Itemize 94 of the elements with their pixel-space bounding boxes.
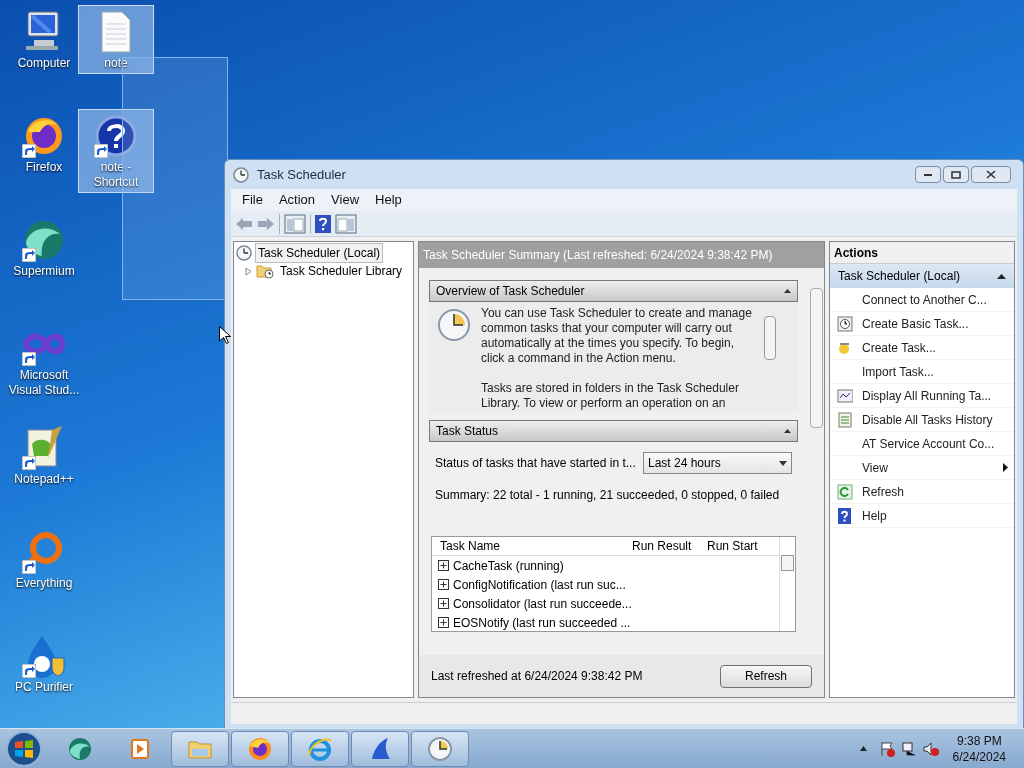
- maximize-icon: [951, 170, 961, 179]
- close-button[interactable]: [971, 166, 1011, 183]
- time-range-dropdown[interactable]: Last 24 hours: [643, 452, 792, 474]
- refresh-icon: [837, 483, 853, 500]
- show-hidden-icons-icon: [859, 746, 867, 751]
- last-refreshed-text: Last refreshed at 6/24/2024 9:38:42 PM: [431, 668, 643, 685]
- actions-group-header[interactable]: Task Scheduler (Local): [830, 264, 1014, 288]
- desktop-icon[interactable]: Everything: [6, 525, 82, 594]
- desktop-icon[interactable]: note: [78, 5, 154, 74]
- actions-pane-command[interactable]: Disable All Tasks History: [830, 408, 1014, 432]
- taskbar-button[interactable]: [291, 730, 349, 767]
- help-icon: [837, 507, 853, 524]
- mouse-pointer-icon: [219, 326, 231, 344]
- filter-label: Status of tasks that have started in t...: [435, 455, 635, 472]
- collapse-arrow-icon: [784, 429, 791, 433]
- menu-item[interactable]: File: [235, 190, 270, 210]
- clock-date: 6/24/2024: [952, 748, 1006, 765]
- expand-plus-icon: [438, 579, 449, 590]
- shortcut-arrow-icon: [94, 144, 108, 158]
- shortcut-arrow-icon: [22, 664, 36, 678]
- actions-title: Actions: [830, 242, 1014, 264]
- column-header[interactable]: Task Name: [432, 537, 632, 555]
- collapse-arrow-icon: [997, 273, 1006, 279]
- network-icon: [900, 740, 917, 757]
- clock-icon: [426, 734, 454, 763]
- console-tree-icon[interactable]: [284, 213, 306, 234]
- shortcut-arrow-icon: [22, 144, 36, 158]
- help-icon[interactable]: [315, 214, 331, 233]
- section-header[interactable]: Task Status: [429, 420, 798, 442]
- task-name[interactable]: EOSNotify (last run succeeded ...: [453, 613, 631, 631]
- column-header[interactable]: Run Start: [707, 537, 767, 555]
- shortcut-arrow-icon: [22, 560, 36, 574]
- summary-header: Task Scheduler Summary (Last refreshed: 6/24/2024 9:38:42 PM): [419, 242, 824, 268]
- taskbar-button[interactable]: [231, 730, 289, 767]
- actions-pane-command[interactable]: View: [830, 456, 1014, 480]
- desktop-icon[interactable]: Microsoft Visual Stud...: [6, 317, 82, 401]
- expand-plus-icon: [438, 598, 449, 609]
- actions-pane-command[interactable]: Create Task...: [830, 336, 1014, 360]
- scrollbar[interactable]: [781, 555, 794, 571]
- maximize-button[interactable]: [943, 166, 969, 183]
- task-name[interactable]: Consolidator (last run succeede...: [453, 594, 632, 613]
- menu-item[interactable]: Help: [368, 190, 409, 210]
- taskbar-button[interactable]: [171, 730, 229, 767]
- actions-pane-command[interactable]: Import Task...: [830, 360, 1014, 384]
- folder-clock-icon: [256, 263, 274, 279]
- forward-arrow-icon[interactable]: [257, 216, 275, 231]
- minimize-icon: [924, 173, 932, 176]
- actions-pane-command[interactable]: Refresh: [830, 480, 1014, 504]
- actions-pane-command[interactable]: Create Basic Task...: [830, 312, 1014, 336]
- calendar-clock-icon: [837, 315, 853, 332]
- shortcut-arrow-icon: [22, 352, 36, 366]
- scrollbar[interactable]: [809, 288, 823, 428]
- overview-paragraph: You can use Task Scheduler to create and manage common tasks that your computer will carry out automatically at the times you specify. To begin, click a command in the Action menu.: [481, 306, 753, 366]
- task-name[interactable]: ConfigNotification (last run suc...: [453, 575, 626, 594]
- close-icon: [986, 170, 996, 179]
- menu-item[interactable]: View: [324, 190, 367, 210]
- actions-pane-command[interactable]: Help: [830, 504, 1014, 528]
- actions-pane-command[interactable]: AT Service Account Co...: [830, 432, 1014, 456]
- action-center-flag-icon: [878, 740, 895, 757]
- menu-item[interactable]: Action: [271, 190, 323, 210]
- desktop-app-icon: [22, 218, 66, 262]
- window-title: Task Scheduler: [257, 165, 346, 184]
- dropdown-arrow-icon: [779, 460, 787, 466]
- clock-icon: [233, 166, 249, 183]
- back-arrow-icon[interactable]: [235, 216, 253, 231]
- actions-pane-command[interactable]: Connect to Another C...: [830, 288, 1014, 312]
- start-button-icon: [4, 729, 44, 768]
- tree-item[interactable]: Task Scheduler (Local): [255, 243, 384, 263]
- section-header[interactable]: Overview of Task Scheduler: [429, 280, 798, 302]
- clock-icon: [236, 245, 252, 261]
- desktop-icon[interactable]: Supermium: [6, 213, 82, 282]
- taskbar-button[interactable]: [351, 730, 409, 767]
- status-summary: Summary: 22 total - 1 running, 21 succeeded, 0 stopped, 0 failed: [434, 487, 781, 504]
- clock-time: 9:38 PM: [956, 732, 1002, 749]
- taskbar-button[interactable]: [411, 730, 469, 767]
- actions-pane-command[interactable]: Display All Running Ta...: [830, 384, 1014, 408]
- refresh-button[interactable]: Refresh: [720, 664, 812, 688]
- submenu-arrow-icon: [1003, 463, 1008, 472]
- shortcut-arrow-icon: [22, 248, 36, 262]
- expand-plus-icon: [438, 617, 449, 628]
- chart-window-icon: [837, 387, 853, 404]
- list-icon: [837, 411, 853, 428]
- shortcut-arrow-icon: [22, 456, 36, 470]
- column-header[interactable]: Run Result: [632, 537, 707, 555]
- desktop-icon[interactable]: Notepad++: [6, 421, 82, 490]
- minimize-button[interactable]: [915, 166, 941, 183]
- clock-icon: [437, 308, 471, 342]
- task-name[interactable]: CacheTask (running): [453, 556, 564, 575]
- speaker-muted-icon: [922, 740, 939, 757]
- collapse-arrow-icon: [784, 289, 791, 293]
- scrollbar[interactable]: [764, 316, 776, 360]
- tree-item[interactable]: Task Scheduler Library: [277, 261, 406, 281]
- overview-paragraph: Tasks are stored in folders in the Task Scheduler Library. To view or perform an operation on an: [481, 381, 740, 411]
- expand-plus-icon: [438, 560, 449, 571]
